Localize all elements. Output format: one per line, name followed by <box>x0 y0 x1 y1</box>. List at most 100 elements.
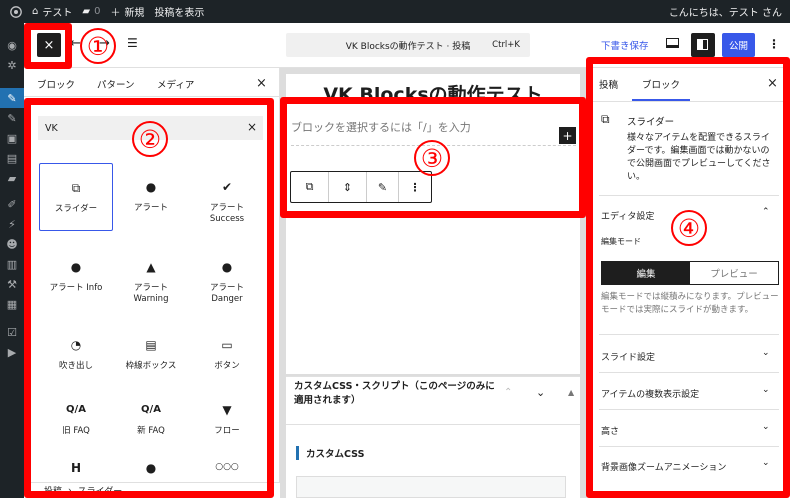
block-item-flow[interactable]: ▼ フロー <box>190 386 264 454</box>
balloon-icon: ◔ <box>70 337 82 352</box>
block-toolbar: ⧉ ⇕ ✎ ⋮ <box>290 171 432 203</box>
site-name-link[interactable]: ⌂ テスト <box>32 4 72 19</box>
block-item-alert-info[interactable]: ● アラート Info <box>39 243 113 311</box>
flow-icon: ▼ <box>222 402 232 417</box>
mode-toggle: 編集 プレビュー <box>601 261 779 285</box>
section-divider <box>599 446 779 447</box>
preview-icon[interactable] <box>666 38 679 48</box>
alert-warning-icon: ▲ <box>146 259 156 274</box>
clear-search-icon[interactable]: × <box>247 120 257 134</box>
list-view-icon[interactable]: ☰ <box>127 36 138 50</box>
breadcrumb-post[interactable]: 投稿 <box>44 484 62 497</box>
tools-icon[interactable]: ⚒ <box>0 274 24 294</box>
block-item-alert-warning[interactable]: ▲ アラート Warning <box>114 243 188 311</box>
block-item-alert-danger[interactable]: ● アラート Danger <box>190 243 264 311</box>
wp-logo-icon[interactable] <box>10 5 22 18</box>
tabs-divider <box>24 96 280 97</box>
home-icon: ⌂ <box>32 6 39 17</box>
block-type-icon[interactable]: ⧉ <box>291 172 329 202</box>
comments-link[interactable]: ▰ 0 <box>82 6 100 17</box>
slide-settings-panel[interactable]: スライド設定 <box>601 350 655 363</box>
chevron-down-icon[interactable]: ⌄ <box>762 458 770 468</box>
chevron-up-icon[interactable]: ⌃ <box>762 207 770 217</box>
mode-edit-button[interactable]: 編集 <box>602 262 690 284</box>
plugins-icon[interactable]: ⚡ <box>0 214 24 234</box>
collapse-icon[interactable]: ⌄ <box>536 386 545 399</box>
comment-icon: ▰ <box>82 6 91 17</box>
border-box-icon: ▤ <box>145 337 157 352</box>
slider-icon: ⧉ <box>71 180 81 195</box>
move-block-icon[interactable]: ⇕ <box>329 172 367 202</box>
play-icon[interactable]: ▶ <box>0 342 24 362</box>
tab-patterns[interactable]: パターン <box>97 77 135 91</box>
slider-block-icon: ⧉ <box>601 112 610 126</box>
alert-info-icon: ● <box>70 259 82 274</box>
block-item-faq-new[interactable]: Q/A 新 FAQ <box>114 386 188 454</box>
users-icon[interactable]: ☻ <box>0 234 24 254</box>
posts-icon[interactable]: ✎ <box>0 88 24 108</box>
admin-bar: ⌂ テスト ▰ 0 ＋ 新規 投稿を表示 こんにちは、テスト さん <box>0 0 790 23</box>
custom-css-textarea[interactable] <box>296 476 566 498</box>
block-item-faq-old[interactable]: Q/A 旧 FAQ <box>39 386 113 454</box>
block-item-dots[interactable]: ○○○ <box>190 451 264 481</box>
section-divider <box>599 195 779 196</box>
mode-preview-button[interactable]: プレビュー <box>690 262 778 284</box>
editor-settings-heading[interactable]: エディタ設定 <box>601 209 654 222</box>
close-sidebar-icon[interactable]: × <box>767 76 778 91</box>
button-icon: ▭ <box>221 337 233 352</box>
block-item-button[interactable]: ▭ ボタン <box>190 321 264 389</box>
account-greeting[interactable]: こんにちは、テスト さん <box>669 4 782 19</box>
chevron-down-icon[interactable]: ⌄ <box>762 422 770 432</box>
pages-icon[interactable]: ▤ <box>0 148 24 168</box>
section-divider <box>599 372 779 373</box>
move-up-icon[interactable]: ⌃ <box>504 387 512 398</box>
block-item-slider[interactable]: ⧉ スライダー <box>39 163 113 231</box>
settings-sidebar-toggle[interactable] <box>691 33 715 57</box>
toggle-arrow-icon[interactable]: ▲ <box>568 388 574 397</box>
chevron-down-icon[interactable]: ⌄ <box>762 385 770 395</box>
post-title[interactable]: VK Blocksの動作テスト <box>290 80 576 107</box>
blocks-icon[interactable]: ▦ <box>0 294 24 314</box>
block-placeholder[interactable]: ブロックを選択するには「/」を入力 <box>291 119 471 135</box>
dots-icon: ○○○ <box>215 462 239 473</box>
edit-pencil-icon[interactable]: ✎ <box>367 172 399 202</box>
view-post-link[interactable]: 投稿を表示 <box>154 4 204 19</box>
dashboard-icon[interactable]: ◉ <box>0 35 24 55</box>
multi-item-settings-panel[interactable]: アイテムの複数表示設定 <box>601 387 699 400</box>
height-settings-panel[interactable]: 高さ <box>601 424 619 437</box>
close-inserter-button[interactable]: × <box>37 33 61 57</box>
section-divider <box>599 334 779 335</box>
close-icon[interactable]: × <box>256 76 267 91</box>
save-draft-button[interactable]: 下書き保存 <box>601 38 649 52</box>
annotation-label-2: ② <box>132 121 168 157</box>
lock-icon[interactable]: ▥ <box>0 254 24 274</box>
publish-button[interactable]: 公開 <box>722 33 755 57</box>
appearance-icon[interactable]: ✐ <box>0 194 24 214</box>
block-item-border-box[interactable]: ▤ 枠線ボックス <box>114 321 188 389</box>
block-item-alert-success[interactable]: ✔ アラート Success <box>190 163 264 231</box>
block-options-icon[interactable]: ⋮ <box>399 172 431 202</box>
new-content-link[interactable]: ＋ 新規 <box>110 4 144 19</box>
zoom-animation-panel[interactable]: 背景画像ズームアニメーション <box>601 460 726 473</box>
breadcrumb: 投稿 › スライダー <box>24 482 280 498</box>
custom-css-label: カスタムCSS <box>296 446 364 460</box>
breadcrumb-block[interactable]: スライダー <box>78 484 123 497</box>
block-item-balloon[interactable]: ◔ 吹き出し <box>39 321 113 389</box>
tab-post[interactable]: 投稿 <box>599 77 618 101</box>
block-item-heading[interactable]: H <box>39 451 113 481</box>
block-item-alert[interactable]: ● アラート <box>114 163 188 231</box>
settings-icon[interactable]: ✲ <box>0 55 24 75</box>
tab-blocks[interactable]: ブロック <box>37 77 75 91</box>
command-palette-button[interactable]: VK Blocksの動作テスト · 投稿 Ctrl+K <box>286 33 530 57</box>
checkbox-icon[interactable]: ☑ <box>0 322 24 342</box>
metabox-title: カスタムCSS・スクリプト（このページのみに適用されます） <box>294 381 495 406</box>
chevron-down-icon[interactable]: ⌄ <box>762 348 770 358</box>
block-item-info[interactable]: ● <box>114 451 188 481</box>
pin-icon[interactable]: ✎ <box>0 108 24 128</box>
tab-block[interactable]: ブロック <box>632 77 690 101</box>
media-icon[interactable]: ▣ <box>0 128 24 148</box>
more-options-icon[interactable]: ⋮ <box>768 37 780 51</box>
tab-media[interactable]: メディア <box>157 77 194 91</box>
add-block-button[interactable]: + <box>559 127 576 144</box>
comments-menu-icon[interactable]: ▰ <box>0 168 24 188</box>
